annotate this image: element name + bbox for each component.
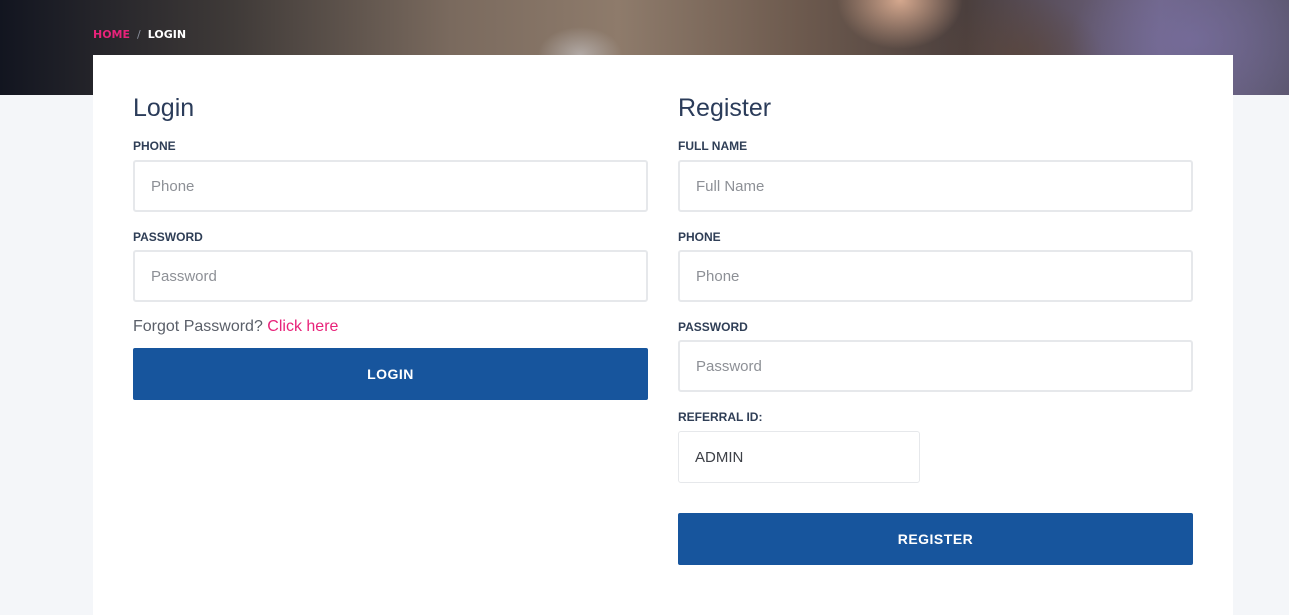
register-fullname-label: FULL NAME bbox=[678, 139, 748, 153]
login-phone-input[interactable] bbox=[133, 160, 648, 212]
register-title: Register bbox=[678, 94, 772, 122]
breadcrumb-home-link[interactable]: HOME bbox=[93, 28, 130, 41]
login-title: Login bbox=[133, 94, 195, 122]
forgot-password-text: Forgot Password? Click here bbox=[133, 318, 338, 336]
register-button[interactable]: REGISTER bbox=[678, 513, 1193, 565]
login-password-input[interactable] bbox=[133, 250, 648, 302]
register-password-input[interactable] bbox=[678, 340, 1193, 392]
referral-id-input[interactable] bbox=[678, 431, 920, 483]
forgot-password-link[interactable]: Click here bbox=[267, 318, 338, 335]
breadcrumb-separator: / bbox=[137, 28, 141, 41]
register-fullname-input[interactable] bbox=[678, 160, 1193, 212]
breadcrumb-current: LOGIN bbox=[147, 28, 187, 41]
register-password-label: PASSWORD bbox=[678, 320, 748, 334]
breadcrumb: HOME / LOGIN bbox=[93, 28, 186, 41]
login-button[interactable]: LOGIN bbox=[133, 348, 648, 400]
login-phone-label: PHONE bbox=[133, 139, 176, 153]
register-phone-label: PHONE bbox=[678, 230, 721, 244]
login-password-label: PASSWORD bbox=[133, 230, 203, 244]
forgot-password-label: Forgot Password? bbox=[133, 318, 263, 335]
referral-id-label: REFERRAL ID: bbox=[678, 410, 763, 424]
register-phone-input[interactable] bbox=[678, 250, 1193, 302]
auth-panel: Login PHONE PASSWORD Forgot Password? Cl… bbox=[93, 55, 1233, 615]
